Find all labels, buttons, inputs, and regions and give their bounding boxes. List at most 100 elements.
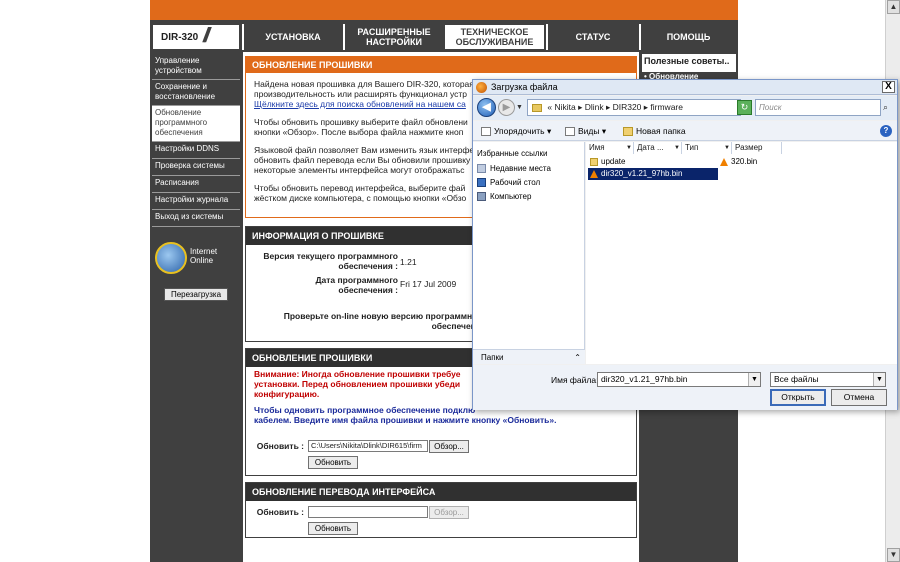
tab-maintenance[interactable]: ТЕХНИЧЕСКОЕ ОБСЛУЖИВАНИЕ [444,24,545,50]
file-name: 320.bin [731,157,758,166]
language-update-button[interactable]: Обновить [308,522,358,535]
file-item-selected[interactable]: dir320_v1.21_97hb.bin [588,168,718,180]
chevron-down-icon[interactable]: ▼ [748,373,760,386]
organize-label: Упорядочить ▾ [494,126,552,136]
left-gutter [0,0,150,562]
language-file-input[interactable] [308,506,428,518]
logo-text: DIR-320 [161,32,199,43]
tab-help[interactable]: ПОМОЩЬ [639,24,736,50]
scroll-down-button[interactable]: ▼ [887,548,900,562]
sidebar-item-logout[interactable]: Выход из системы [152,210,240,227]
folder-icon [590,157,598,166]
language-browse-button[interactable]: Обзор... [429,506,469,519]
sidebar-item-log-settings[interactable]: Настройки журнала [152,193,240,210]
firmware-file-input[interactable]: C:\Users\Nikita\Dlink\DIR615\firm [308,440,428,452]
folder-icon [623,127,633,137]
sidebar-item-schedules[interactable]: Расписания [152,176,240,193]
close-button[interactable]: X [882,81,895,93]
file-open-dialog: Загрузка файла X ◀ ▶ ▼ « Nikita ▸ Dlink … [472,79,898,410]
scroll-up-button[interactable]: ▲ [887,0,900,14]
internet-status: Internet Online [190,247,218,265]
column-header-type[interactable]: Тип ▼ [682,142,732,154]
language-upload-section: ОБНОВЛЕНИЕ ПЕРЕВОДА ИНТЕРФЕЙСА Обновить … [245,482,637,538]
desktop-icon [477,178,486,188]
nav-item-label: Компьютер [490,192,532,201]
new-folder-label: Новая папка [636,126,686,136]
favorites-heading: Избранные ссылки [477,149,548,158]
file-name: update [601,157,626,166]
tab-advanced[interactable]: РАСШИРЕННЫЕ НАСТРОЙКИ [343,24,443,50]
computer-icon [477,192,486,202]
dialog-toolbar: Упорядочить ▾ Виды ▾ Новая папка ? [473,121,897,141]
file-item-folder[interactable]: update [588,156,625,168]
views-label: Виды ▾ [578,126,607,136]
vlc-icon [720,157,728,166]
forward-button[interactable]: ▶ [498,99,515,116]
info-line: кабелем. Введите имя файла прошивки и на… [254,415,557,425]
globe-icon [155,242,187,274]
chevron-down-icon[interactable]: ▼ [516,104,523,111]
filename-value: dir320_v1.21_97hb.bin [601,374,688,384]
search-input[interactable]: Поиск [755,99,881,116]
views-button[interactable]: Виды ▾ [565,124,606,138]
filetype-select[interactable]: Все файлы ▼ [770,372,886,387]
back-button[interactable]: ◀ [477,98,496,117]
dialog-titlebar: Загрузка файла X [473,80,897,95]
organize-button[interactable]: Упорядочить ▾ [481,124,551,138]
file-name: dir320_v1.21_97hb.bin [601,169,683,178]
new-folder-button[interactable]: Новая папка [623,124,686,138]
header-banner [150,0,738,20]
firmware-date-value: Fri 17 Jul 2009 [400,279,457,289]
nav-item-recent-places[interactable]: Недавние места [477,163,551,175]
navigation-pane: Избранные ссылки Недавние места Рабочий … [473,142,585,364]
browser-icon [476,82,487,93]
sidebar-item-ddns[interactable]: Настройки DDNS [152,142,240,159]
upload-label: Обновить : [256,507,304,517]
check-online-text: Проверьте on-line новую версию программн… [283,311,486,331]
column-header-name[interactable]: Имя ▼ [586,142,634,154]
folders-toggle[interactable]: Папки ⌃ [473,349,585,364]
cancel-button[interactable]: Отмена [831,389,887,406]
hints-title: Полезные советы.. [642,54,736,72]
organize-icon [481,127,491,137]
address-row: ◀ ▶ ▼ « Nikita ▸ Dlink ▸ DIR320 ▸ firmwa… [473,96,897,120]
firmware-date-label: Дата программного обеспечения : [315,275,398,295]
column-header-size[interactable]: Размер [732,142,782,154]
nav-item-label: Недавние места [490,164,551,173]
search-icon[interactable]: ⌕ [883,101,895,113]
file-item[interactable]: 320.bin [718,156,757,168]
sidebar-item-firmware-update[interactable]: Обновление программного обеспечения [152,106,240,142]
refresh-button[interactable]: ↻ [737,100,752,115]
dialog-title: Загрузка файла [491,82,558,92]
sidebar-item-save-restore[interactable]: Сохранение и восстановление [152,80,240,106]
section-title: ОБНОВЛЕНИЕ ПРОШИВКИ [246,57,636,73]
address-bar[interactable]: « Nikita ▸ Dlink ▸ DIR320 ▸ firmware ▼ [527,99,741,116]
column-header-date[interactable]: Дата ... ▼ [634,142,682,154]
file-list-pane: Имя ▼ Дата ... ▼ Тип ▼ Размер update dir320… [586,142,897,364]
upload-label: Обновить : [256,441,304,451]
recent-places-icon [477,164,486,174]
firmware-browse-button[interactable]: Обзор... [429,440,469,453]
tab-status[interactable]: СТАТУС [546,24,638,50]
open-button[interactable]: Открыть [770,389,826,406]
firmware-update-button[interactable]: Обновить [308,456,358,469]
nav-item-label: Рабочий стол [490,178,541,187]
page: DIR-320 // УСТАНОВКА РАСШИРЕННЫЕ НАСТРОЙ… [0,0,900,562]
tab-setup[interactable]: УСТАНОВКА [242,24,342,50]
nav-item-computer[interactable]: Компьютер [477,191,531,203]
filename-input[interactable]: dir320_v1.21_97hb.bin ▼ [597,372,761,387]
section-title: ОБНОВЛЕНИЕ ПЕРЕВОДА ИНТЕРФЕЙСА [246,483,636,501]
address-path: « Nikita ▸ Dlink ▸ DIR320 ▸ firmware [547,102,683,112]
logo-slash: // [203,25,210,47]
current-version-label: Версия текущего программного обеспечения… [263,251,398,271]
vlc-icon [590,169,598,178]
views-icon [565,127,575,137]
sidebar-item-device-management[interactable]: Управление устройством [152,54,240,80]
dialog-footer: Имя файла: dir320_v1.21_97hb.bin ▼ Все ф… [473,365,897,410]
help-icon[interactable]: ? [880,125,892,137]
sidebar-item-system-check[interactable]: Проверка системы [152,159,240,176]
reboot-button[interactable]: Перезагрузка [164,288,228,301]
folder-icon [532,103,542,112]
nav-item-desktop[interactable]: Рабочий стол [477,177,540,189]
chevron-down-icon[interactable]: ▼ [873,373,885,386]
